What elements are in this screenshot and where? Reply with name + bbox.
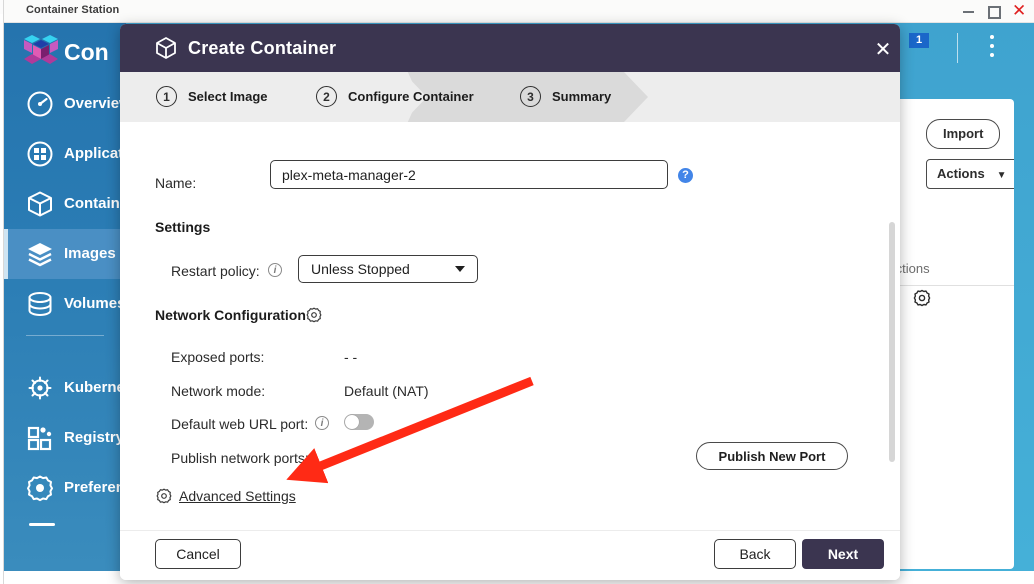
database-icon (26, 290, 54, 318)
info-icon[interactable]: i (268, 263, 282, 277)
cube-icon (154, 36, 178, 60)
layers-icon (26, 240, 54, 268)
sidebar-item-label: Kubernetes (64, 379, 126, 396)
sidebar-brand[interactable]: Con (4, 27, 126, 75)
publish-new-port-button[interactable]: Publish New Port (696, 442, 848, 470)
gear-icon[interactable] (156, 488, 172, 504)
default-web-url-port-toggle[interactable] (344, 414, 374, 430)
network-mode-label: Network mode: (171, 383, 266, 399)
gear-icon[interactable] (913, 289, 931, 307)
notification-badge[interactable]: 1 (909, 33, 929, 48)
sidebar-item-volumes[interactable]: Volumes (4, 279, 126, 329)
gear-badge-icon (26, 474, 54, 502)
close-window-button[interactable]: ✕ (1012, 3, 1026, 20)
minimize-button[interactable] (962, 5, 975, 18)
sidebar-item-containers[interactable]: Containers (4, 179, 126, 229)
next-button[interactable]: Next (802, 539, 884, 569)
settings-heading: Settings (155, 219, 211, 235)
restart-policy-label: Restart policy: (171, 263, 260, 279)
sidebar-item-label: Preferences (64, 479, 126, 496)
chevron-down-icon (455, 266, 465, 272)
helm-wheel-icon (26, 374, 54, 402)
scrollbar-thumb[interactable] (889, 222, 895, 462)
close-icon[interactable]: ✕ (873, 39, 893, 59)
name-label: Name: (155, 175, 197, 191)
step-label: Summary (552, 89, 612, 104)
step-label: Configure Container (348, 89, 474, 104)
step-number: 3 (520, 86, 541, 107)
sidebar-item-label: Images (64, 245, 116, 262)
sidebar-item-label: Registry (64, 429, 125, 446)
chevron-down-icon: ▼ (996, 170, 1007, 181)
sidebar-item-overview[interactable]: Overview (4, 79, 126, 129)
actions-dropdown-label: Actions (937, 166, 985, 181)
back-button[interactable]: Back (714, 539, 796, 569)
restart-policy-select[interactable]: Unless Stopped (298, 255, 478, 283)
dialog-body: Name: ? Settings Restart policy: i Unles… (120, 122, 900, 530)
app-sidebar: Con Overview Applications Containers Ima (4, 23, 126, 571)
sidebar-item-label: Applications (64, 145, 126, 162)
exposed-ports-label: Exposed ports: (171, 349, 265, 365)
dialog-footer: Cancel Back Next (120, 530, 900, 580)
step-number: 2 (316, 86, 337, 107)
restart-policy-value: Unless Stopped (311, 261, 410, 277)
step-label: Select Image (188, 89, 268, 104)
step-number: 1 (156, 86, 177, 107)
sidebar-collapse-handle[interactable] (29, 523, 55, 526)
import-button[interactable]: Import (926, 119, 1001, 149)
help-icon[interactable]: ? (678, 168, 693, 183)
registry-icon (26, 424, 54, 452)
create-container-dialog: Create Container ✕ 1 Select Image 2 Conf… (120, 24, 900, 580)
maximize-button[interactable] (987, 5, 1001, 19)
container-station-logo-icon (24, 35, 58, 67)
sidebar-item-registry[interactable]: Registry (4, 413, 126, 463)
sidebar-divider (26, 335, 104, 336)
cancel-button[interactable]: Cancel (155, 539, 241, 569)
actions-dropdown[interactable]: Actions ▼ (926, 159, 1014, 189)
sidebar-item-label: Containers (64, 195, 126, 212)
sidebar-item-preferences[interactable]: Preferences (4, 463, 126, 513)
cube-icon (26, 190, 54, 218)
dialog-title: Create Container (188, 38, 337, 58)
wizard-stepper: 1 Select Image 2 Configure Container 3 S… (120, 72, 900, 122)
sidebar-item-label: Volumes (64, 295, 126, 312)
sidebar-item-label: Overview (64, 95, 126, 112)
sidebar-item-images[interactable]: Images (4, 229, 126, 279)
advanced-settings-link[interactable]: Advanced Settings (179, 488, 296, 504)
sidebar-item-applications[interactable]: Applications (4, 129, 126, 179)
network-mode-value: Default (NAT) (344, 383, 429, 399)
gauge-icon (26, 90, 54, 118)
topbar-divider (957, 33, 958, 63)
window-title: Container Station (26, 4, 120, 16)
exposed-ports-value: - - (344, 349, 358, 365)
sidebar-brand-label: Con (64, 39, 109, 65)
window-titlebar (4, 0, 1034, 23)
publish-network-ports-label: Publish network ports: (171, 450, 309, 466)
dialog-scrollbar[interactable] (887, 122, 897, 530)
network-configuration-heading: Network Configuration (155, 307, 306, 323)
default-web-url-port-label: Default web URL port: (171, 416, 309, 432)
name-input[interactable] (270, 160, 668, 189)
kebab-menu-icon[interactable] (990, 35, 995, 61)
apps-grid-icon (26, 140, 54, 168)
gear-icon[interactable] (306, 307, 322, 323)
info-icon[interactable]: i (315, 416, 329, 430)
sidebar-item-kubernetes[interactable]: Kubernetes (4, 363, 126, 413)
